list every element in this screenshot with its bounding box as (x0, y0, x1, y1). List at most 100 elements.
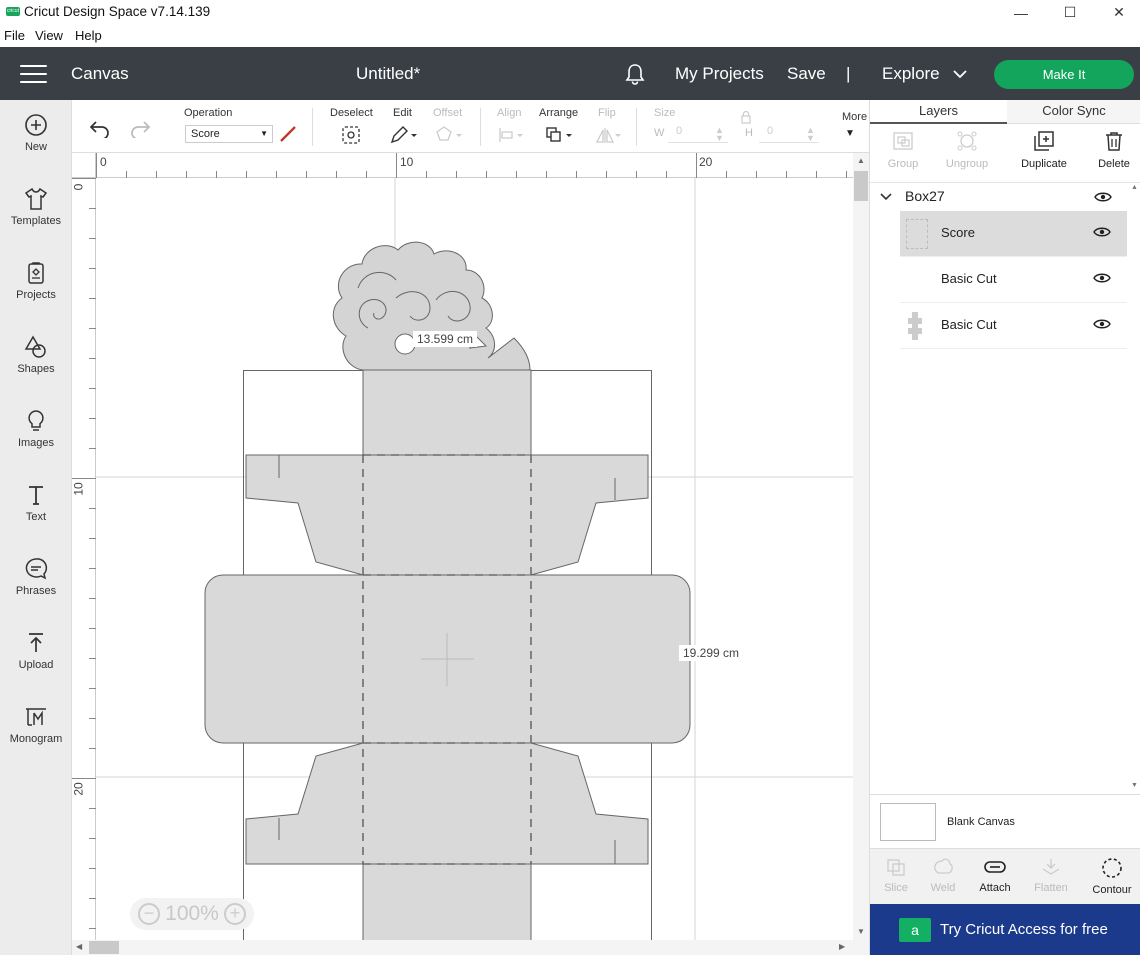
scroll-right-icon[interactable]: ▶ (839, 942, 845, 951)
attach-button[interactable]: Attach (969, 857, 1021, 901)
cricut-access-banner[interactable]: a Try Cricut Access for free (870, 904, 1140, 955)
scroll-up-icon[interactable]: ▲ (857, 156, 865, 165)
flip-label: Flip (598, 107, 616, 119)
horizontal-scrollbar[interactable]: ◀ ▶ (72, 940, 869, 955)
redo-icon[interactable] (128, 118, 152, 138)
plus-circle-icon (25, 114, 47, 136)
ungroup-label: Ungroup (945, 158, 989, 170)
eye-icon[interactable] (1093, 226, 1111, 238)
arrange-icon[interactable] (544, 125, 576, 145)
horizontal-scroll-thumb[interactable] (89, 941, 119, 954)
scroll-left-icon[interactable]: ◀ (76, 942, 82, 951)
zoom-control: − 100% + (130, 898, 254, 930)
sidebar-item-monogram[interactable]: Monogram (0, 704, 72, 768)
score-color-swatch[interactable] (278, 124, 298, 144)
delete-button[interactable]: Delete (1081, 130, 1140, 176)
chevron-down-icon[interactable] (880, 192, 892, 202)
speech-bubble-icon (25, 558, 48, 580)
sidebar-item-text[interactable]: Text (0, 482, 72, 546)
sidebar-label: Monogram (9, 733, 63, 745)
vertical-scrollbar[interactable]: ▲ ▼ (853, 153, 869, 940)
height-stepper[interactable]: ▲ ▼ (806, 126, 815, 143)
width-stepper[interactable]: ▲ ▼ (715, 126, 724, 143)
sidebar-item-projects[interactable]: Projects (0, 260, 72, 324)
maximize-button[interactable]: ☐ (1047, 0, 1093, 25)
panel-scroll-down-icon[interactable]: ▼ (1131, 782, 1138, 789)
explore-menu[interactable]: Explore (882, 64, 940, 84)
width-label: W (654, 127, 665, 139)
zoom-in-button[interactable]: + (224, 903, 246, 925)
my-projects-link[interactable]: My Projects (675, 64, 764, 84)
chevron-down-icon[interactable] (952, 69, 968, 79)
save-button[interactable]: Save (787, 64, 826, 84)
sidebar-item-upload[interactable]: Upload (0, 630, 72, 694)
tab-layers[interactable]: Layers (870, 100, 1007, 124)
layer-group-box27[interactable]: Box27 (870, 182, 1140, 211)
toolbar-divider (636, 108, 637, 146)
sidebar-label: Phrases (15, 585, 57, 597)
panel-scroll-up-icon[interactable]: ▲ (1131, 184, 1138, 191)
operation-select[interactable]: Score ▼ (185, 125, 273, 143)
flatten-icon (1042, 859, 1060, 875)
menu-view[interactable]: View (35, 28, 63, 43)
duplicate-button[interactable]: Duplicate (1011, 130, 1077, 176)
edit-pen-icon[interactable] (389, 125, 419, 145)
bell-icon[interactable] (624, 63, 646, 85)
layers-panel: Layers Color Sync Group Ungroup Duplicat… (869, 100, 1140, 955)
top-ruler-ticks (96, 153, 847, 178)
menu-help[interactable]: Help (75, 28, 102, 43)
close-button[interactable]: ✕ (1096, 0, 1140, 25)
scroll-down-icon[interactable]: ▼ (857, 927, 865, 936)
group-button[interactable]: Group (870, 130, 936, 176)
layer-row-basic-cut-2[interactable]: Basic Cut (900, 303, 1127, 349)
toolbar-divider (480, 108, 481, 146)
offset-icon[interactable] (434, 125, 464, 145)
contour-icon (1102, 858, 1122, 878)
align-icon[interactable] (497, 125, 527, 145)
edit-toolbar: Operation Score ▼ Deselect Edit Offset A… (72, 100, 869, 153)
blank-canvas-swatch[interactable] (880, 803, 936, 841)
sidebar-item-phrases[interactable]: Phrases (0, 556, 72, 620)
deselect-icon[interactable] (341, 125, 361, 145)
project-title[interactable]: Untitled* (356, 64, 420, 84)
layer-row-basic-cut-1[interactable]: Basic Cut (900, 257, 1127, 303)
design-canvas[interactable]: 13.599 cm 19.299 cm − 100% + (96, 178, 853, 940)
make-it-button[interactable]: Make It (994, 60, 1134, 89)
flatten-button[interactable]: Flatten (1025, 857, 1077, 901)
menu-bar: File View Help (0, 25, 1140, 47)
layer-row-score[interactable]: Score (900, 211, 1127, 257)
menu-file[interactable]: File (4, 28, 25, 43)
weld-button[interactable]: Weld (917, 857, 969, 901)
slice-button[interactable]: Slice (870, 857, 922, 901)
sidebar-item-templates[interactable]: Templates (0, 186, 72, 250)
shapes-icon (24, 335, 46, 358)
duplicate-label: Duplicate (1021, 158, 1067, 170)
sidebar-item-new[interactable]: New (0, 112, 72, 176)
upload-icon (29, 633, 43, 652)
tab-color-sync[interactable]: Color Sync (1007, 100, 1140, 124)
vertical-scroll-thumb[interactable] (854, 171, 868, 201)
eye-icon[interactable] (1093, 318, 1111, 330)
contour-button[interactable]: Contour (1086, 857, 1138, 901)
cricut-logo: cricut (6, 7, 20, 16)
sidebar-item-images[interactable]: Images (0, 408, 72, 472)
canvas-drawing (96, 178, 853, 940)
eye-icon[interactable] (1094, 191, 1112, 203)
more-chevron-icon[interactable]: ▼ (845, 128, 855, 139)
flip-icon[interactable] (594, 125, 624, 145)
minimize-button[interactable]: — (998, 0, 1044, 25)
eye-icon[interactable] (1093, 272, 1111, 284)
ruler-label: 10 (400, 155, 414, 169)
sidebar-item-shapes[interactable]: Shapes (0, 334, 72, 398)
hamburger-menu-icon[interactable] (20, 65, 47, 83)
blank-canvas-row[interactable]: Blank Canvas (870, 794, 1140, 846)
topper-shape[interactable] (332, 241, 531, 371)
lock-icon[interactable] (740, 110, 752, 124)
layer-thumbnail (908, 312, 922, 340)
zoom-out-button[interactable]: − (138, 903, 160, 925)
group-label: Group (887, 158, 919, 170)
window-title: Cricut Design Space v7.14.139 (24, 4, 211, 19)
ungroup-button[interactable]: Ungroup (934, 130, 1000, 176)
undo-icon[interactable] (88, 118, 112, 138)
left-ruler-ticks (72, 178, 96, 929)
